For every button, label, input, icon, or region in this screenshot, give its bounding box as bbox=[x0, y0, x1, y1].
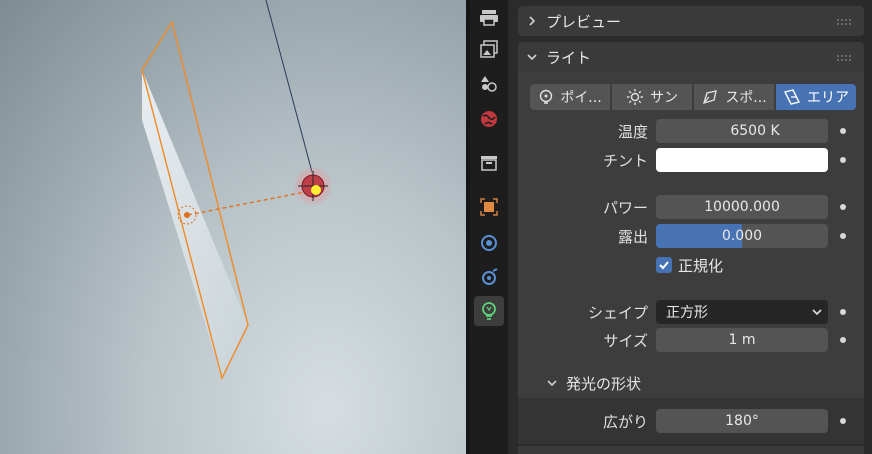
printer-icon bbox=[480, 10, 498, 26]
lightbulb-icon bbox=[482, 302, 496, 320]
size-field[interactable]: 1 m bbox=[656, 328, 828, 352]
drag-grip-icon[interactable] bbox=[836, 18, 852, 26]
exposure-keyframe-dot[interactable] bbox=[840, 233, 846, 239]
panel-light-title: ライト bbox=[546, 48, 592, 67]
spread-label: 広がり bbox=[602, 413, 648, 431]
normalize-label: 正規化 bbox=[678, 257, 724, 275]
tab-light-data[interactable] bbox=[474, 296, 504, 326]
world-icon bbox=[481, 111, 497, 127]
beam-shape-header[interactable]: 発光の形状 bbox=[518, 368, 864, 398]
panel-preview-title: プレビュー bbox=[546, 12, 622, 31]
light-type-spot[interactable]: スポ... bbox=[694, 84, 774, 110]
tab-output[interactable] bbox=[474, 2, 504, 32]
temperature-value-field[interactable]: 6500 K bbox=[682, 119, 828, 143]
light-type-selector: ポイ... サン スポ... エリア bbox=[530, 84, 856, 111]
spot-light-icon bbox=[703, 90, 718, 105]
panel-light-header[interactable]: ライト bbox=[518, 42, 864, 72]
spread-keyframe-dot[interactable] bbox=[840, 418, 846, 424]
image-stack-icon bbox=[480, 40, 498, 58]
chevron-down-icon bbox=[518, 51, 546, 63]
tint-keyframe-dot[interactable] bbox=[840, 157, 846, 163]
tab-constraints[interactable] bbox=[474, 262, 504, 292]
tab-physics[interactable] bbox=[474, 228, 504, 258]
next-panel-edge bbox=[518, 446, 864, 454]
archive-box-icon bbox=[481, 156, 497, 171]
sun-light-icon bbox=[627, 89, 643, 105]
light-direction-line bbox=[187, 190, 311, 216]
tab-view-layer[interactable] bbox=[474, 34, 504, 64]
tab-collection[interactable] bbox=[474, 148, 504, 178]
exposure-label: 露出 bbox=[617, 228, 648, 246]
tint-label: チント bbox=[602, 152, 648, 170]
chevron-right-icon bbox=[518, 15, 546, 27]
properties-tab-bar bbox=[470, 0, 508, 454]
checkmark-icon bbox=[659, 261, 669, 270]
tab-object[interactable] bbox=[474, 192, 504, 222]
beam-shape-title: 発光の形状 bbox=[566, 375, 642, 393]
properties-editor: プレビュー ライト ポイ... サン スポ... エリア 温度 6500 K チ… bbox=[508, 0, 872, 454]
exposure-slider[interactable]: 0.000 bbox=[656, 224, 828, 248]
scene-icon bbox=[481, 76, 497, 92]
panel-preview-header[interactable]: プレビュー bbox=[518, 6, 864, 36]
area-light-icon bbox=[783, 89, 801, 105]
object-square-icon bbox=[480, 198, 498, 216]
temperature-keyframe-dot[interactable] bbox=[840, 128, 846, 134]
power-keyframe-dot[interactable] bbox=[840, 204, 846, 210]
physics-orbit-icon bbox=[481, 235, 497, 251]
tab-scene[interactable] bbox=[474, 68, 504, 98]
shape-dropdown[interactable]: 正方形 bbox=[656, 300, 828, 324]
point-light-icon bbox=[540, 89, 553, 104]
chevron-down-icon bbox=[812, 309, 822, 316]
viewport-scene bbox=[141, 0, 333, 381]
chevron-down-icon bbox=[547, 380, 557, 387]
light-object-origin bbox=[311, 185, 321, 195]
spread-field[interactable]: 180° bbox=[656, 409, 828, 433]
light-type-sun[interactable]: サン bbox=[612, 84, 692, 110]
power-field[interactable]: 10000.000 bbox=[656, 195, 828, 219]
shape-label: シェイプ bbox=[587, 304, 648, 322]
temperature-label: 温度 bbox=[617, 123, 648, 141]
constraint-icon bbox=[482, 268, 498, 285]
tint-color-swatch[interactable] bbox=[656, 148, 828, 172]
light-type-point[interactable]: ポイ... bbox=[530, 84, 610, 110]
normalize-checkbox[interactable] bbox=[656, 257, 672, 273]
light-type-area[interactable]: エリア bbox=[776, 84, 856, 110]
shape-keyframe-dot[interactable] bbox=[840, 309, 846, 315]
size-keyframe-dot[interactable] bbox=[840, 337, 846, 343]
3d-viewport[interactable] bbox=[0, 0, 466, 454]
power-label: パワー bbox=[602, 199, 648, 217]
size-label: サイズ bbox=[603, 332, 648, 350]
drag-grip-icon[interactable] bbox=[836, 54, 852, 62]
tab-world[interactable] bbox=[474, 104, 504, 134]
